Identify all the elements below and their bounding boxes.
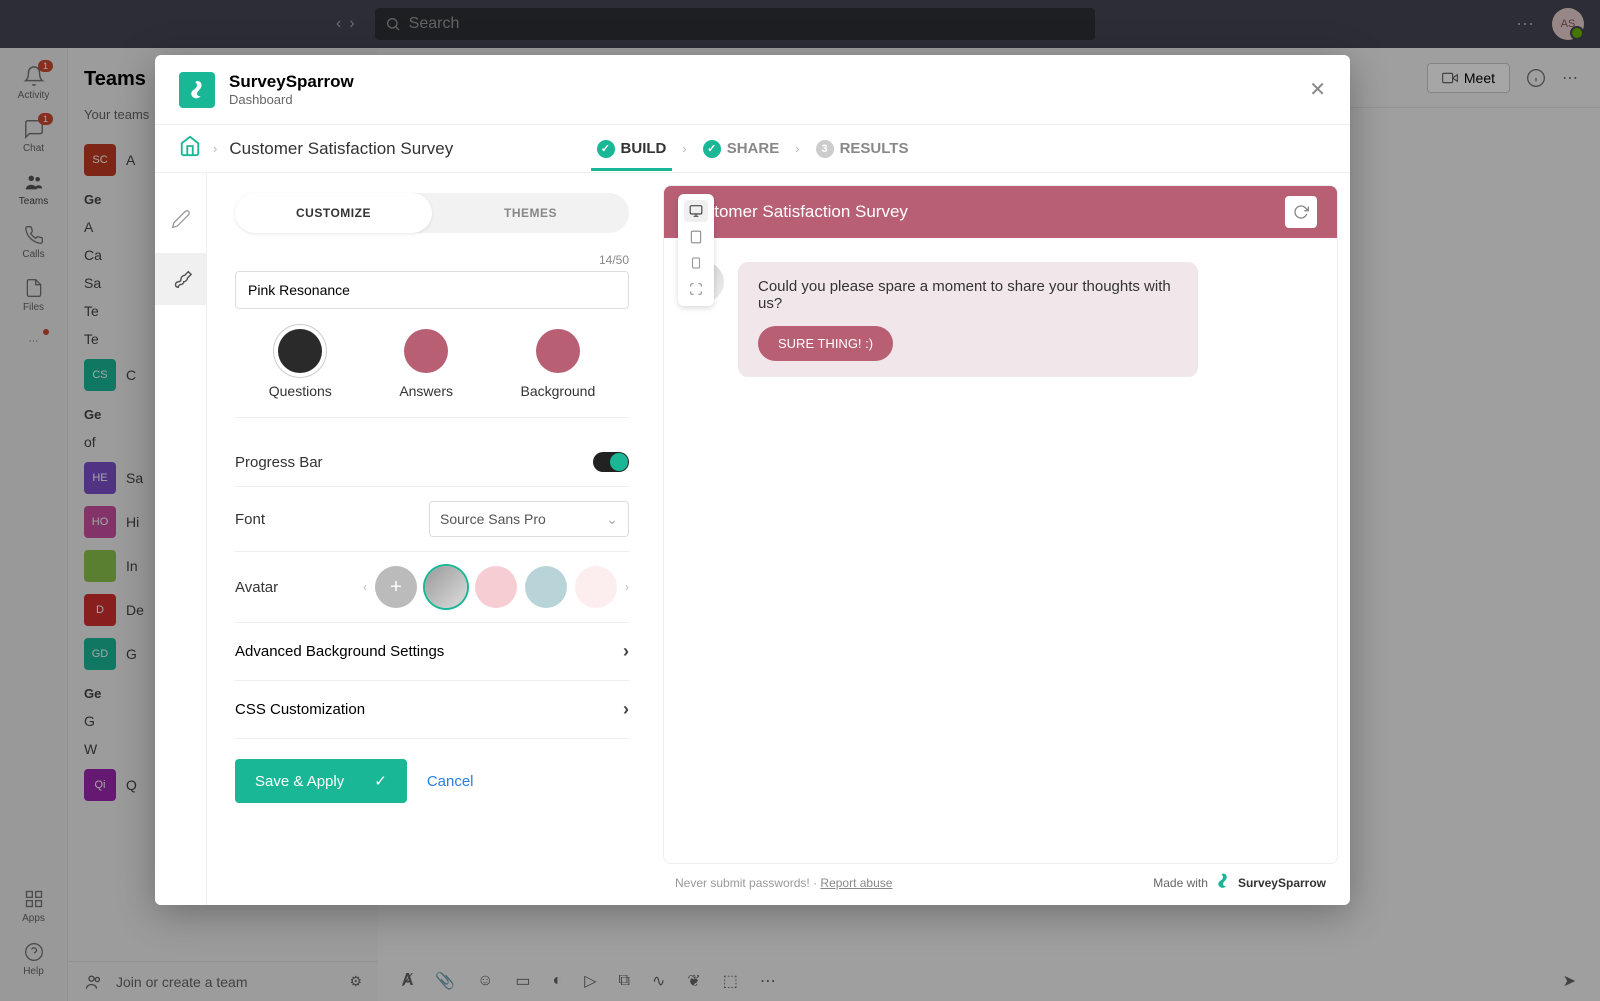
progress-bar-row: Progress Bar xyxy=(235,438,629,487)
color-label: Questions xyxy=(269,383,332,399)
check-icon: ✓ xyxy=(597,140,615,158)
avatar-option[interactable] xyxy=(525,566,567,608)
preview-footer: Never submit passwords! · Report abuse M… xyxy=(663,864,1338,893)
avatar-prev-icon[interactable]: ‹ xyxy=(363,580,367,594)
check-icon: ✓ xyxy=(703,140,721,158)
close-icon[interactable]: ✕ xyxy=(1309,77,1326,102)
preview-panel: Customer Satisfaction Survey Could you p… xyxy=(657,173,1350,905)
step-share[interactable]: ✓ SHARE xyxy=(697,128,786,170)
avatar-option[interactable] xyxy=(425,566,467,608)
avatar-row: Avatar ‹ + › xyxy=(235,552,629,623)
surveysparrow-modal: SurveySparrow Dashboard ✕ › Customer Sat… xyxy=(155,55,1350,905)
questions-color-swatch[interactable] xyxy=(278,329,322,373)
refresh-icon[interactable] xyxy=(1285,196,1317,228)
chevron-down-icon: ⌄ xyxy=(606,511,618,528)
avatar-option[interactable] xyxy=(475,566,517,608)
modal-subtitle: Dashboard xyxy=(229,92,354,107)
char-counter: 14/50 xyxy=(235,253,629,267)
customize-panel: CUSTOMIZE THEMES 14/50 Questions Answers… xyxy=(207,173,657,905)
device-mobile-icon[interactable] xyxy=(684,252,708,274)
progress-bar-toggle[interactable] xyxy=(593,452,629,472)
tool-brush[interactable] xyxy=(155,253,207,305)
tool-rail xyxy=(155,173,207,905)
breadcrumb[interactable]: Customer Satisfaction Survey xyxy=(229,139,453,159)
tab-toggle: CUSTOMIZE THEMES xyxy=(235,193,629,233)
device-tablet-icon[interactable] xyxy=(684,226,708,248)
css-custom-row[interactable]: CSS Customization › xyxy=(235,681,629,739)
tab-customize[interactable]: CUSTOMIZE xyxy=(235,193,432,233)
modal-header: SurveySparrow Dashboard ✕ xyxy=(155,55,1350,125)
avatar-next-icon[interactable]: › xyxy=(625,580,629,594)
preview-frame: Customer Satisfaction Survey Could you p… xyxy=(663,185,1338,864)
footer-brand: SurveySparrow xyxy=(1238,876,1326,890)
home-icon[interactable] xyxy=(179,135,201,162)
device-desktop-icon[interactable] xyxy=(684,200,708,222)
progress-bar-label: Progress Bar xyxy=(235,454,323,471)
avatar-option[interactable] xyxy=(575,566,617,608)
surveysparrow-logo xyxy=(179,72,215,108)
step-results[interactable]: 3 RESULTS xyxy=(810,128,915,170)
chevron-right-icon: › xyxy=(623,699,629,720)
report-abuse-link[interactable]: Report abuse xyxy=(820,876,892,890)
font-label: Font xyxy=(235,511,265,528)
breadcrumb-steps-row: › Customer Satisfaction Survey ✓ BUILD ›… xyxy=(155,125,1350,173)
device-fullscreen-icon[interactable] xyxy=(684,278,708,300)
preview-header: Customer Satisfaction Survey xyxy=(664,186,1337,238)
font-select[interactable]: Source Sans Pro ⌄ xyxy=(429,501,629,537)
tool-pencil[interactable] xyxy=(155,193,207,245)
color-label: Background xyxy=(521,383,596,399)
surveysparrow-mini-logo xyxy=(1214,872,1232,893)
background-color-swatch[interactable] xyxy=(536,329,580,373)
chevron-right-icon: › xyxy=(682,141,686,156)
avatar-add[interactable]: + xyxy=(375,566,417,608)
save-apply-button[interactable]: Save & Apply ✓ xyxy=(235,759,407,803)
avatar-label: Avatar xyxy=(235,579,278,596)
chat-message: Could you please spare a moment to share… xyxy=(758,278,1178,312)
color-label: Answers xyxy=(399,383,453,399)
preview-title: Customer Satisfaction Survey xyxy=(684,202,908,222)
check-icon: ✓ xyxy=(374,772,387,790)
footer-warning: Never submit passwords! xyxy=(675,876,810,890)
answers-color-swatch[interactable] xyxy=(404,329,448,373)
chevron-right-icon: › xyxy=(795,141,799,156)
chat-preview: Could you please spare a moment to share… xyxy=(664,238,1337,401)
theme-name-input[interactable] xyxy=(235,271,629,309)
device-switcher xyxy=(678,194,714,306)
chat-bubble: Could you please spare a moment to share… xyxy=(738,262,1198,377)
chevron-right-icon: › xyxy=(623,641,629,662)
cancel-button[interactable]: Cancel xyxy=(427,773,474,790)
chevron-right-icon: › xyxy=(213,141,217,156)
font-row: Font Source Sans Pro ⌄ xyxy=(235,487,629,552)
tab-themes[interactable]: THEMES xyxy=(432,193,629,233)
step-build[interactable]: ✓ BUILD xyxy=(591,128,673,170)
sure-thing-button[interactable]: SURE THING! :) xyxy=(758,326,893,361)
color-picker-row: Questions Answers Background xyxy=(235,329,629,418)
active-step-underline xyxy=(591,168,673,171)
advanced-bg-row[interactable]: Advanced Background Settings › xyxy=(235,623,629,681)
modal-title: SurveySparrow xyxy=(229,72,354,92)
